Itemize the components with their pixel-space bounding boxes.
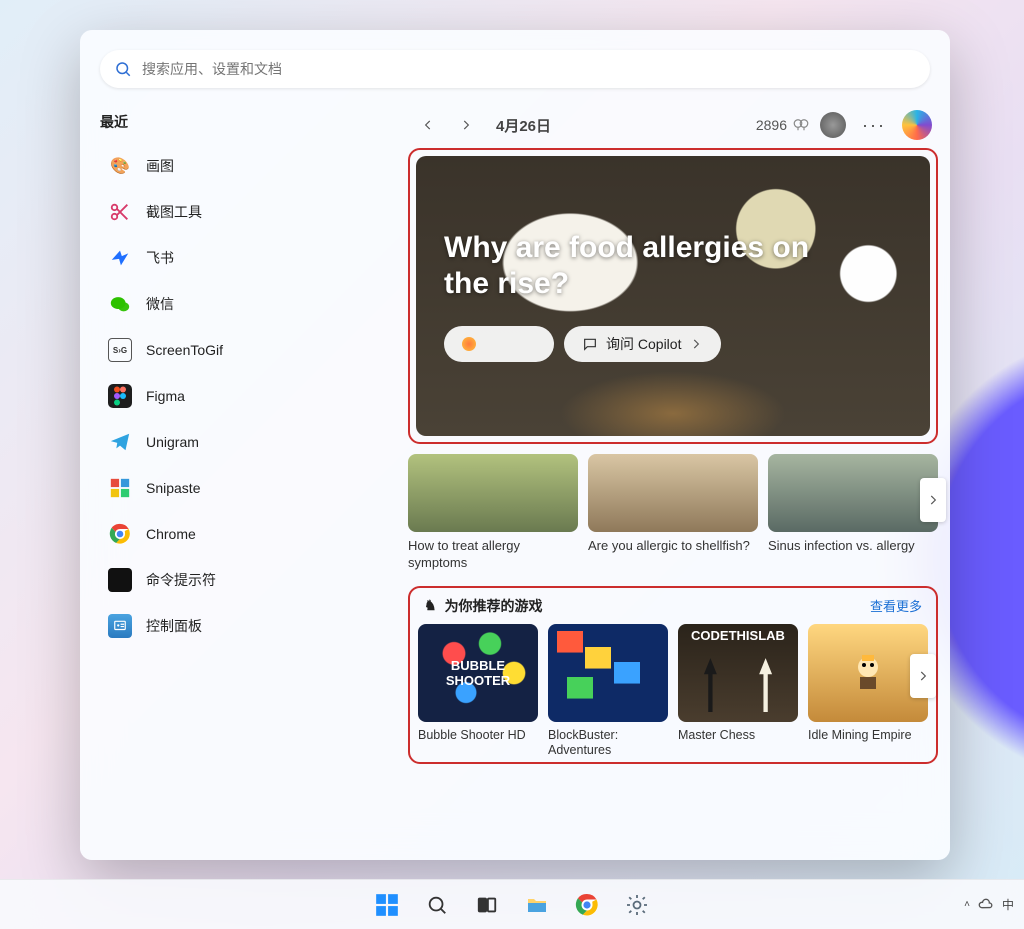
system-tray[interactable]: ˄ 中 (964, 896, 1014, 913)
screentogif-icon: S›G (108, 338, 132, 362)
tray-expand-icon[interactable]: ˄ (964, 899, 970, 910)
onedrive-icon[interactable] (978, 897, 994, 913)
snipaste-icon (108, 476, 132, 500)
scroll-right-button[interactable] (920, 478, 946, 522)
recent-item-label: 截图工具 (146, 202, 202, 222)
game-thumb (548, 624, 668, 722)
recent-item-feishu[interactable]: 飞书 (100, 236, 400, 280)
article-thumb (768, 454, 938, 532)
hero-title: Why are food allergies on the rise? (444, 230, 856, 302)
game-card[interactable]: BUBBLE SHOOTER Bubble Shooter HD (418, 624, 538, 758)
article-thumb (408, 454, 578, 532)
chess-icon: ♞ (424, 597, 437, 614)
recent-item-unigram[interactable]: Unigram (100, 420, 400, 464)
recent-item-chrome[interactable]: Chrome (100, 512, 400, 556)
recent-item-controlpanel[interactable]: 控制面板 (100, 604, 400, 648)
next-day-button[interactable] (452, 111, 480, 139)
user-avatar[interactable] (820, 112, 846, 138)
search-bar[interactable] (100, 50, 930, 88)
game-label: BlockBuster: Adventures (548, 728, 668, 758)
games-highlight: ♞ 为你推荐的游戏 查看更多 BUBBLE SHOOTER Bubble Sho… (408, 586, 938, 764)
section-title-recent: 最近 (100, 112, 400, 132)
article-label: Sinus infection vs. allergy (768, 538, 938, 555)
search-icon (114, 60, 132, 78)
controlpanel-icon (108, 614, 132, 638)
recent-item-screentogif[interactable]: S›G ScreenToGif (100, 328, 400, 372)
search-input[interactable] (142, 61, 916, 77)
game-label: Bubble Shooter HD (418, 728, 538, 743)
recent-item-label: Unigram (146, 434, 199, 450)
hero-highlight: Why are food allergies on the rise? 询问 C… (408, 148, 938, 444)
paint-icon: 🎨 (108, 154, 132, 178)
game-label: Master Chess (678, 728, 798, 743)
chevron-right-icon (689, 337, 703, 351)
start-button[interactable] (366, 884, 408, 926)
taskbar: ˄ 中 (0, 879, 1024, 929)
taskbar-explorer-button[interactable] (516, 884, 558, 926)
games-section-title: ♞ 为你推荐的游戏 (424, 596, 543, 616)
figma-icon (108, 384, 132, 408)
rewards-points[interactable]: 2896 (756, 116, 810, 134)
wechat-icon (108, 292, 132, 316)
feishu-icon (108, 246, 132, 270)
recent-item-figma[interactable]: Figma (100, 374, 400, 418)
game-card[interactable]: BlockBuster: Adventures (548, 624, 668, 758)
taskbar-chrome-button[interactable] (566, 884, 608, 926)
recent-item-paint[interactable]: 🎨 画图 (100, 144, 400, 188)
recent-item-label: Snipaste (146, 480, 200, 496)
article-label: Are you allergic to shellfish? (588, 538, 758, 555)
unigram-icon (108, 430, 132, 454)
chat-icon (582, 336, 598, 352)
task-view-button[interactable] (466, 884, 508, 926)
snip-icon (108, 200, 132, 224)
recent-item-cmd[interactable]: 命令提示符 (100, 558, 400, 602)
ask-copilot-button[interactable]: 询问 Copilot (564, 326, 721, 362)
recent-item-wechat[interactable]: 微信 (100, 282, 400, 326)
feed-date: 4月26日 (496, 115, 551, 136)
hero-action-primary[interactable] (444, 326, 554, 362)
article-card[interactable]: Sinus infection vs. allergy (768, 454, 938, 572)
scroll-right-button[interactable] (910, 654, 936, 698)
article-row: How to treat allergy symptoms Are you al… (408, 454, 938, 572)
recent-item-label: Figma (146, 388, 185, 404)
tray-language[interactable]: 中 (1002, 896, 1014, 913)
taskbar-settings-button[interactable] (616, 884, 658, 926)
article-card[interactable]: How to treat allergy symptoms (408, 454, 578, 572)
article-label: How to treat allergy symptoms (408, 538, 578, 572)
cmd-icon (108, 568, 132, 592)
recent-section: 最近 🎨 画图 截图工具 飞书 (80, 102, 400, 860)
feed-section: 4月26日 2896 ··· Why are food allergies on… (400, 102, 950, 860)
article-card[interactable]: Are you allergic to shellfish? (588, 454, 758, 572)
recent-item-label: Chrome (146, 526, 196, 542)
game-card[interactable]: CODETHISLAB Master Chess (678, 624, 798, 758)
flame-icon (462, 337, 476, 351)
game-label: Idle Mining Empire (808, 728, 928, 743)
recent-item-label: 微信 (146, 294, 174, 314)
game-thumb: CODETHISLAB (678, 624, 798, 722)
recent-item-label: 控制面板 (146, 616, 202, 636)
recent-item-snippingtool[interactable]: 截图工具 (100, 190, 400, 234)
see-more-link[interactable]: 查看更多 (870, 596, 922, 615)
recent-item-label: 命令提示符 (146, 570, 216, 590)
game-thumb: BUBBLE SHOOTER (418, 624, 538, 722)
article-thumb (588, 454, 758, 532)
more-button[interactable]: ··· (856, 113, 892, 138)
recent-item-label: 飞书 (146, 248, 174, 268)
taskbar-search-button[interactable] (416, 884, 458, 926)
feed-header: 4月26日 2896 ··· (408, 108, 938, 142)
rewards-icon (792, 116, 810, 134)
prev-day-button[interactable] (414, 111, 442, 139)
hero-card[interactable]: Why are food allergies on the rise? 询问 C… (416, 156, 930, 436)
recent-item-label: ScreenToGif (146, 342, 223, 358)
recent-item-snipaste[interactable]: Snipaste (100, 466, 400, 510)
chrome-icon (108, 522, 132, 546)
start-panel: 最近 🎨 画图 截图工具 飞书 (80, 30, 950, 860)
recent-item-label: 画图 (146, 156, 174, 176)
copilot-icon[interactable] (902, 110, 932, 140)
